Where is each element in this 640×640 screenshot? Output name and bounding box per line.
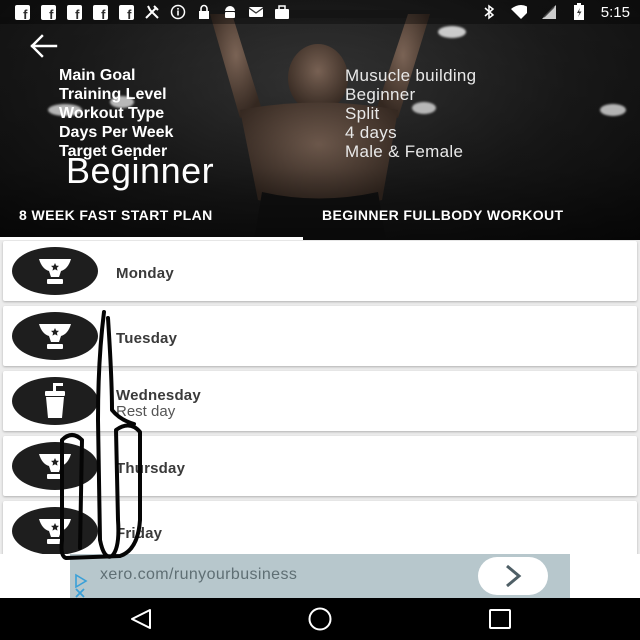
- battery-charging-icon: [571, 3, 587, 20]
- info-label: Days Per Week: [59, 123, 174, 141]
- status-bar: 5:15: [0, 0, 640, 24]
- info-circle-icon: [170, 4, 186, 20]
- bluetooth-icon: [481, 4, 497, 20]
- day-sublabel: Rest day: [116, 403, 176, 420]
- plan-tabs: 8 WEEK FAST START PLAN BEGINNER FULLBODY…: [0, 198, 640, 240]
- info-value: Beginner: [345, 84, 416, 104]
- day-label: Monday: [116, 265, 174, 282]
- clock-time: 5:15: [600, 3, 630, 21]
- info-row-days-per-week: Days Per Week 4 days: [59, 123, 476, 142]
- info-value: 4 days: [345, 122, 397, 142]
- tab-beginner-fullbody-workout[interactable]: BEGINNER FULLBODY WORKOUT: [322, 207, 564, 223]
- day-card-tuesday[interactable]: Tuesday: [3, 306, 637, 366]
- system-navigation-bar: [0, 598, 640, 640]
- mail-icon: [248, 4, 264, 20]
- day-card-monday[interactable]: Monday: [3, 241, 637, 301]
- android-icon: [222, 4, 238, 20]
- info-row-workout-type: Workout Type Split: [59, 104, 476, 123]
- signal-icon: [541, 4, 557, 20]
- info-label: Main Goal: [59, 66, 136, 84]
- day-avatar: [12, 507, 98, 554]
- notification-icons: [0, 4, 290, 22]
- tools-icon: [144, 4, 160, 20]
- day-avatar: [12, 377, 98, 425]
- nav-home-button[interactable]: [305, 606, 335, 632]
- trophy-icon: [39, 454, 71, 479]
- tab-8-week-fast-start-plan[interactable]: 8 WEEK FAST START PLAN: [19, 207, 213, 223]
- day-list: Monday Tuesday Wednesday Rest day Thursd…: [0, 240, 640, 554]
- briefcase-icon: [274, 4, 290, 20]
- trophy-icon: [39, 519, 71, 544]
- nav-back-button[interactable]: [126, 606, 156, 632]
- info-value: Split: [345, 103, 380, 123]
- adchoices-icon[interactable]: [72, 572, 94, 598]
- lock-icon: [196, 4, 212, 20]
- arrow-left-icon: [30, 34, 58, 58]
- day-label: Friday: [116, 525, 163, 542]
- info-row-training-level: Training Level Beginner: [59, 85, 476, 104]
- back-button[interactable]: [28, 32, 62, 60]
- back-triangle-icon: [131, 609, 151, 629]
- recents-square-icon: [489, 609, 511, 629]
- day-card-friday[interactable]: Friday: [3, 501, 637, 554]
- trophy-icon: [39, 324, 71, 349]
- system-icons: 5:15: [481, 0, 630, 24]
- home-circle-icon: [308, 607, 332, 631]
- info-label: Training Level: [59, 85, 167, 103]
- facebook-icon: [66, 4, 82, 22]
- day-card-thursday[interactable]: Thursday: [3, 436, 637, 496]
- facebook-icon: [40, 4, 56, 22]
- info-label: Workout Type: [59, 104, 165, 122]
- plan-info: Main Goal Musucle building Training Leve…: [59, 66, 476, 161]
- drink-cup-icon: [45, 383, 65, 418]
- day-label: Thursday: [116, 460, 186, 477]
- facebook-icon: [92, 4, 108, 22]
- info-value: Male & Female: [345, 141, 464, 161]
- facebook-icon: [118, 4, 134, 22]
- day-avatar: [12, 247, 98, 295]
- facebook-icon: [14, 4, 30, 22]
- day-label: Tuesday: [116, 330, 178, 347]
- chevron-right-icon: [506, 564, 522, 588]
- day-avatar: [12, 442, 98, 490]
- wifi-icon: [510, 4, 527, 20]
- ad-url: xero.com/runyourbusiness: [100, 566, 298, 583]
- info-row-main-goal: Main Goal Musucle building: [59, 66, 476, 85]
- day-avatar: [12, 312, 98, 360]
- info-value: Musucle building: [345, 65, 477, 85]
- nav-recents-button[interactable]: [485, 606, 515, 632]
- ad-open-button[interactable]: [478, 557, 548, 595]
- tab-indicator: [0, 237, 303, 240]
- ad-content: xero.com/runyourbusiness: [70, 554, 570, 598]
- trophy-icon: [39, 259, 71, 284]
- ad-banner[interactable]: xero.com/runyourbusiness: [0, 554, 640, 598]
- day-label: Wednesday: [116, 387, 201, 404]
- day-card-wednesday[interactable]: Wednesday Rest day: [3, 371, 637, 431]
- level-title: Beginner: [66, 150, 215, 191]
